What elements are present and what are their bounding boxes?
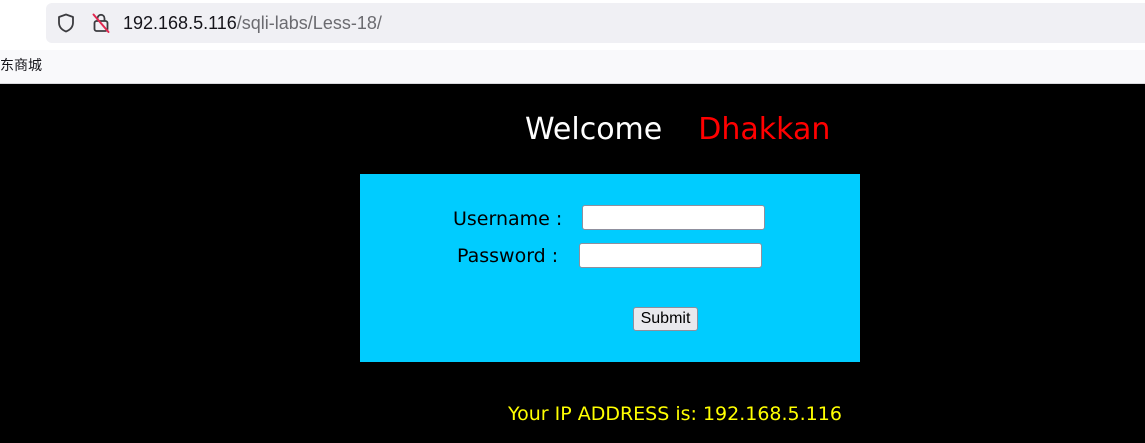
- browser-toolbar: 192.168.5.116/sqli-labs/Less-18/: [0, 0, 1145, 50]
- shield-icon[interactable]: [56, 13, 76, 33]
- login-form: Username : Password : Submit: [360, 174, 860, 362]
- username-input[interactable]: [582, 205, 765, 230]
- url-text[interactable]: 192.168.5.116/sqli-labs/Less-18/: [123, 11, 382, 35]
- url-path: /sqli-labs/Less-18/: [236, 13, 382, 33]
- welcome-text: Welcome: [525, 112, 663, 147]
- submit-button[interactable]: Submit: [633, 307, 698, 331]
- page-content: Welcome Dhakkan Username : Password : Sub…: [0, 84, 1145, 443]
- username-label: Username :: [453, 208, 563, 230]
- password-label: Password :: [457, 245, 559, 267]
- ip-address-text: Your IP ADDRESS is: 192.168.5.116: [508, 403, 842, 425]
- url-host: 192.168.5.116: [123, 13, 237, 33]
- bookmark-item[interactable]: 东商城: [0, 57, 42, 75]
- insecure-lock-icon[interactable]: [91, 12, 111, 34]
- password-input[interactable]: [579, 243, 762, 268]
- welcome-heading: Welcome Dhakkan: [525, 112, 830, 148]
- user-name-text: Dhakkan: [698, 112, 831, 147]
- bookmarks-toolbar: 东商城: [0, 50, 1145, 84]
